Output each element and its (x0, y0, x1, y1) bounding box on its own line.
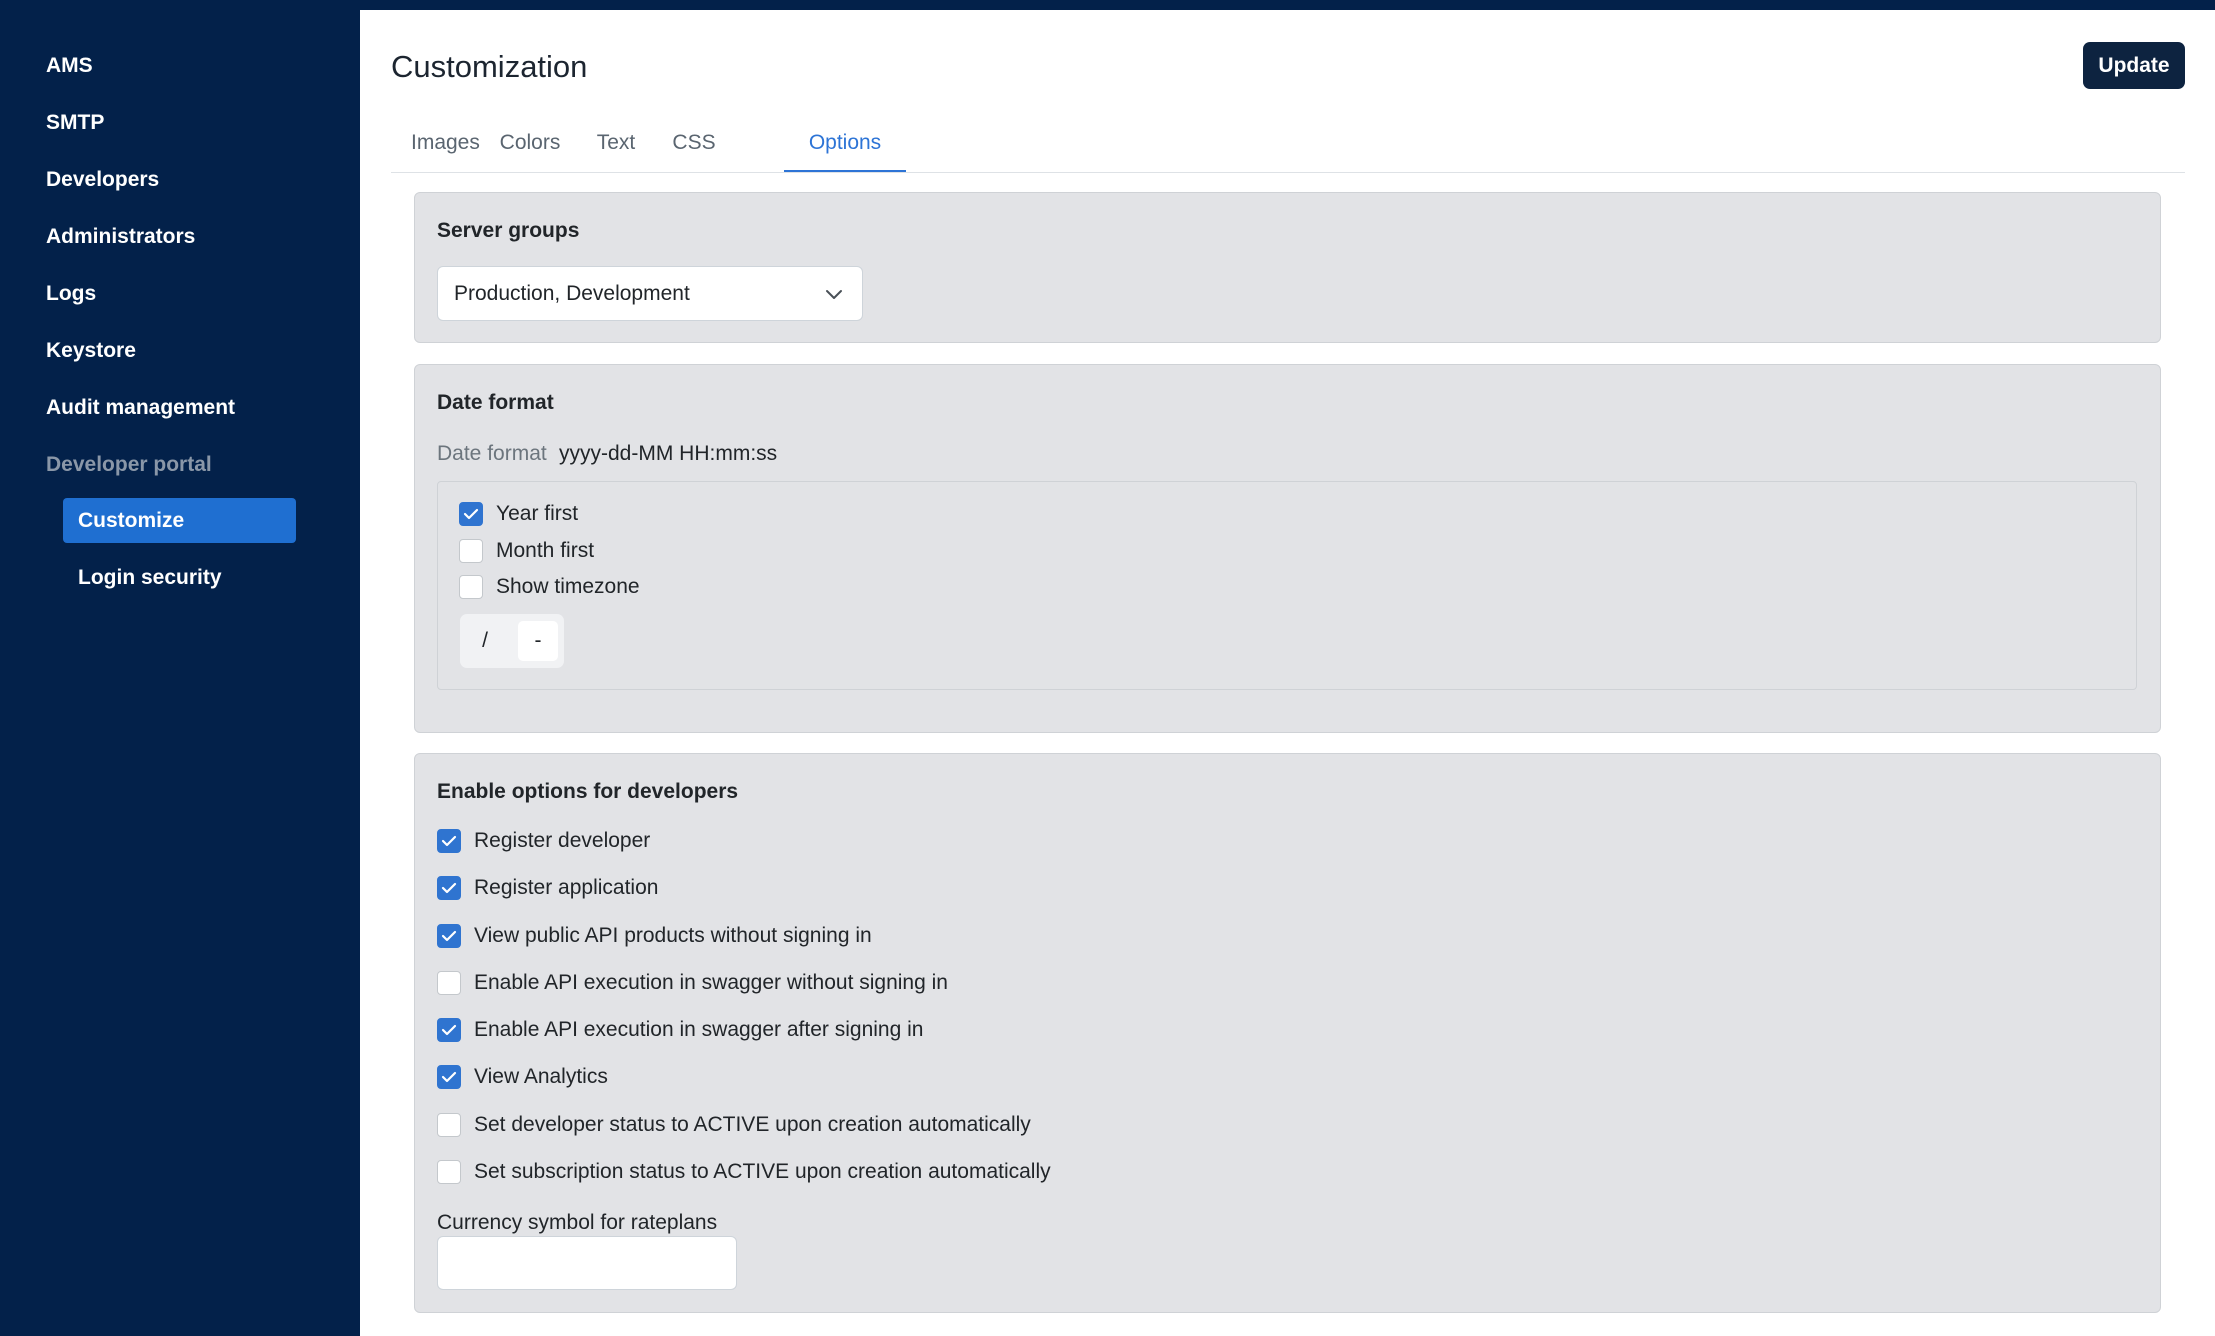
swagger-without-signin-label: Enable API execution in swagger without … (474, 971, 948, 994)
year-first-option[interactable]: Year first (459, 502, 578, 526)
check-icon (441, 1071, 457, 1083)
sidebar-item-keystore[interactable]: Keystore (46, 338, 136, 364)
sidebar: AMS SMTP Developers Administrators Logs … (0, 0, 360, 1336)
update-button[interactable]: Update (2083, 42, 2185, 89)
check-icon (441, 882, 457, 894)
tab-colors[interactable]: Colors (499, 120, 561, 172)
separator-dash-button[interactable]: - (518, 621, 558, 661)
show-timezone-label: Show timezone (496, 575, 640, 598)
tab-css[interactable]: CSS (671, 120, 717, 172)
view-public-api-checkbox[interactable] (437, 924, 461, 948)
swagger-after-signin-checkbox[interactable] (437, 1018, 461, 1042)
swagger-without-signin-option[interactable]: Enable API execution in swagger without … (437, 971, 948, 995)
year-first-label: Year first (496, 502, 579, 525)
view-public-api-option[interactable]: View public API products without signing… (437, 924, 872, 948)
sidebar-item-login-security[interactable]: Login security (63, 555, 296, 600)
sidebar-item-audit-management[interactable]: Audit management (46, 395, 235, 421)
server-groups-select[interactable]: Production, Development (437, 266, 863, 321)
subscription-status-active-option[interactable]: Set subscription status to ACTIVE upon c… (437, 1160, 1051, 1184)
sidebar-item-customize[interactable]: Customize (63, 498, 296, 543)
register-developer-checkbox[interactable] (437, 829, 461, 853)
register-application-label: Register application (474, 876, 659, 899)
view-analytics-label: View Analytics (474, 1065, 608, 1088)
tab-options[interactable]: Options (784, 120, 906, 172)
sidebar-item-smtp[interactable]: SMTP (46, 110, 104, 136)
date-format-value: yyyy-dd-MM HH:mm:ss (559, 442, 778, 465)
server-groups-selected-value: Production, Development (454, 282, 690, 305)
tab-images[interactable]: Images (411, 120, 480, 172)
register-application-option[interactable]: Register application (437, 876, 658, 900)
swagger-after-signin-label: Enable API execution in swagger after si… (474, 1018, 924, 1041)
separator-slash-button[interactable]: / (465, 621, 505, 661)
check-icon (441, 930, 457, 942)
view-analytics-checkbox[interactable] (437, 1065, 461, 1089)
tab-text[interactable]: Text (594, 120, 638, 172)
chevron-down-icon (826, 290, 842, 299)
date-format-title: Date format (437, 391, 554, 414)
sidebar-item-developers[interactable]: Developers (46, 167, 159, 193)
register-developer-label: Register developer (474, 829, 651, 852)
show-timezone-checkbox[interactable] (459, 575, 483, 599)
currency-symbol-label: Currency symbol for rateplans (437, 1211, 718, 1234)
date-format-panel: Date format Date format yyyy-dd-MM HH:mm… (414, 364, 2161, 733)
sidebar-item-administrators[interactable]: Administrators (46, 224, 195, 250)
year-first-checkbox[interactable] (459, 502, 483, 526)
month-first-option[interactable]: Month first (459, 539, 594, 563)
check-icon (463, 508, 479, 520)
server-groups-panel: Server groups Production, Development (414, 192, 2161, 343)
show-timezone-option[interactable]: Show timezone (459, 575, 640, 599)
month-first-checkbox[interactable] (459, 539, 483, 563)
month-first-label: Month first (496, 539, 595, 562)
view-public-api-label: View public API products without signing… (474, 924, 872, 947)
sidebar-section-developer-portal[interactable]: Developer portal (46, 452, 212, 478)
sidebar-item-ams[interactable]: AMS (46, 53, 93, 79)
register-application-checkbox[interactable] (437, 876, 461, 900)
developer-status-active-checkbox[interactable] (437, 1113, 461, 1137)
register-developer-option[interactable]: Register developer (437, 829, 650, 853)
separator-toggle-group: / - (460, 614, 564, 668)
server-groups-title: Server groups (437, 219, 580, 242)
developer-options-panel: Enable options for developers Register d… (414, 753, 2161, 1313)
subscription-status-active-label: Set subscription status to ACTIVE upon c… (474, 1160, 1051, 1183)
sidebar-item-logs[interactable]: Logs (46, 281, 96, 307)
tab-bar: Images Colors Text CSS Options (391, 120, 2185, 173)
subscription-status-active-checkbox[interactable] (437, 1160, 461, 1184)
swagger-without-signin-checkbox[interactable] (437, 971, 461, 995)
check-icon (441, 1024, 457, 1036)
check-icon (441, 835, 457, 847)
currency-symbol-input[interactable] (437, 1236, 737, 1290)
page-title: Customization (391, 49, 588, 84)
date-format-options: Year first Month first Show timezone / - (437, 481, 2137, 690)
view-analytics-option[interactable]: View Analytics (437, 1065, 608, 1089)
developer-status-active-label: Set developer status to ACTIVE upon crea… (474, 1113, 1031, 1136)
developer-status-active-option[interactable]: Set developer status to ACTIVE upon crea… (437, 1113, 1031, 1137)
date-format-label: Date format (437, 442, 547, 465)
developer-options-title: Enable options for developers (437, 780, 739, 803)
swagger-after-signin-option[interactable]: Enable API execution in swagger after si… (437, 1018, 923, 1042)
